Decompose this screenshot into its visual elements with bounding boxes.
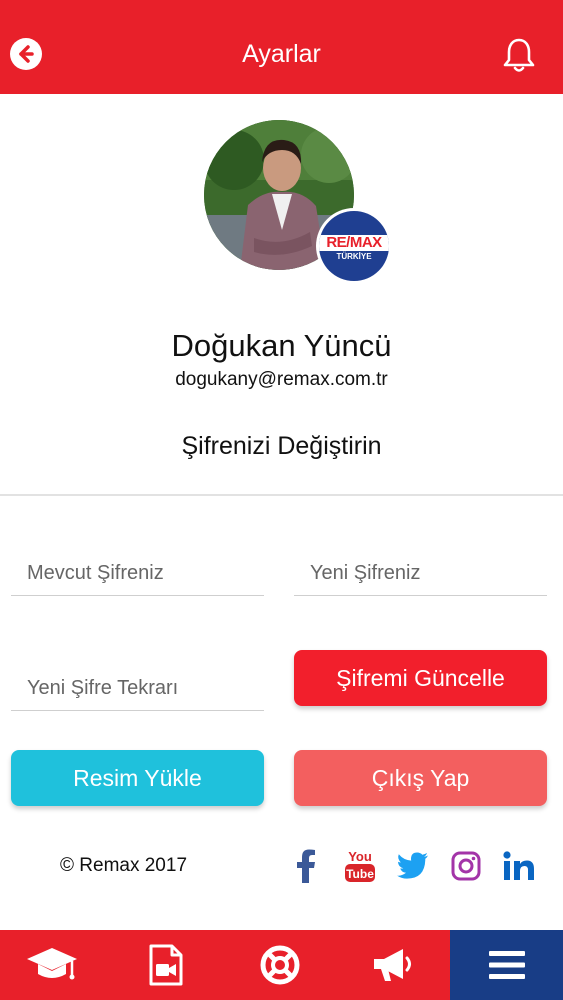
youtube-icon: You Tube: [345, 849, 375, 882]
upload-photo-button[interactable]: Resim Yükle: [11, 750, 264, 806]
facebook-icon: [297, 849, 315, 883]
tab-education[interactable]: [2, 930, 102, 1000]
linkedin-icon: [503, 851, 534, 880]
remax-badge: RE/MAX TÜRKİYE: [316, 208, 392, 284]
bottom-tab-bar: [0, 930, 563, 1000]
facebook-link[interactable]: [286, 846, 326, 886]
update-password-button[interactable]: Şifremi Güncelle: [294, 650, 547, 706]
youtube-link[interactable]: You Tube: [340, 846, 380, 886]
svg-text:You: You: [348, 849, 372, 864]
menu-icon: [488, 951, 525, 979]
twitter-icon: [397, 852, 428, 879]
remax-logo: RE/MAX TÜRKİYE: [319, 211, 389, 281]
repeat-password-field-wrap: [11, 666, 264, 711]
svg-text:Tube: Tube: [346, 867, 374, 881]
megaphone-icon: [374, 949, 411, 981]
repeat-password-input[interactable]: [11, 666, 264, 710]
copyright-text: © Remax 2017: [60, 855, 188, 876]
divider: [0, 494, 563, 496]
bell-icon: [503, 38, 535, 72]
graduation-cap-icon: [27, 948, 77, 980]
instagram-icon: [451, 851, 481, 881]
twitter-link[interactable]: [393, 846, 433, 886]
notifications-button[interactable]: [500, 36, 538, 74]
new-password-input[interactable]: [294, 551, 547, 595]
current-password-field-wrap: [11, 551, 264, 596]
instagram-link[interactable]: [446, 846, 486, 886]
lifebuoy-icon: [260, 945, 300, 985]
current-password-input[interactable]: [11, 551, 264, 595]
app-header: Ayarlar: [0, 0, 563, 94]
tab-videos[interactable]: [116, 930, 216, 1000]
remax-logo-text: RE/MAX: [319, 235, 389, 251]
profile-name: Doğukan Yüncü: [171, 328, 392, 363]
tab-announcements[interactable]: [343, 930, 443, 1000]
remax-logo-subtext: TÜRKİYE: [336, 252, 372, 261]
password-section-title: Şifrenizi Değiştirin: [181, 432, 382, 460]
video-file-icon: [149, 944, 183, 986]
page-title: Ayarlar: [242, 40, 321, 68]
profile-email: dogukany@remax.com.tr: [175, 369, 388, 390]
new-password-field-wrap: [294, 551, 547, 596]
tab-support[interactable]: [230, 930, 330, 1000]
tab-menu[interactable]: [450, 930, 563, 1000]
linkedin-link[interactable]: [499, 846, 539, 886]
logout-button[interactable]: Çıkış Yap: [294, 750, 547, 806]
